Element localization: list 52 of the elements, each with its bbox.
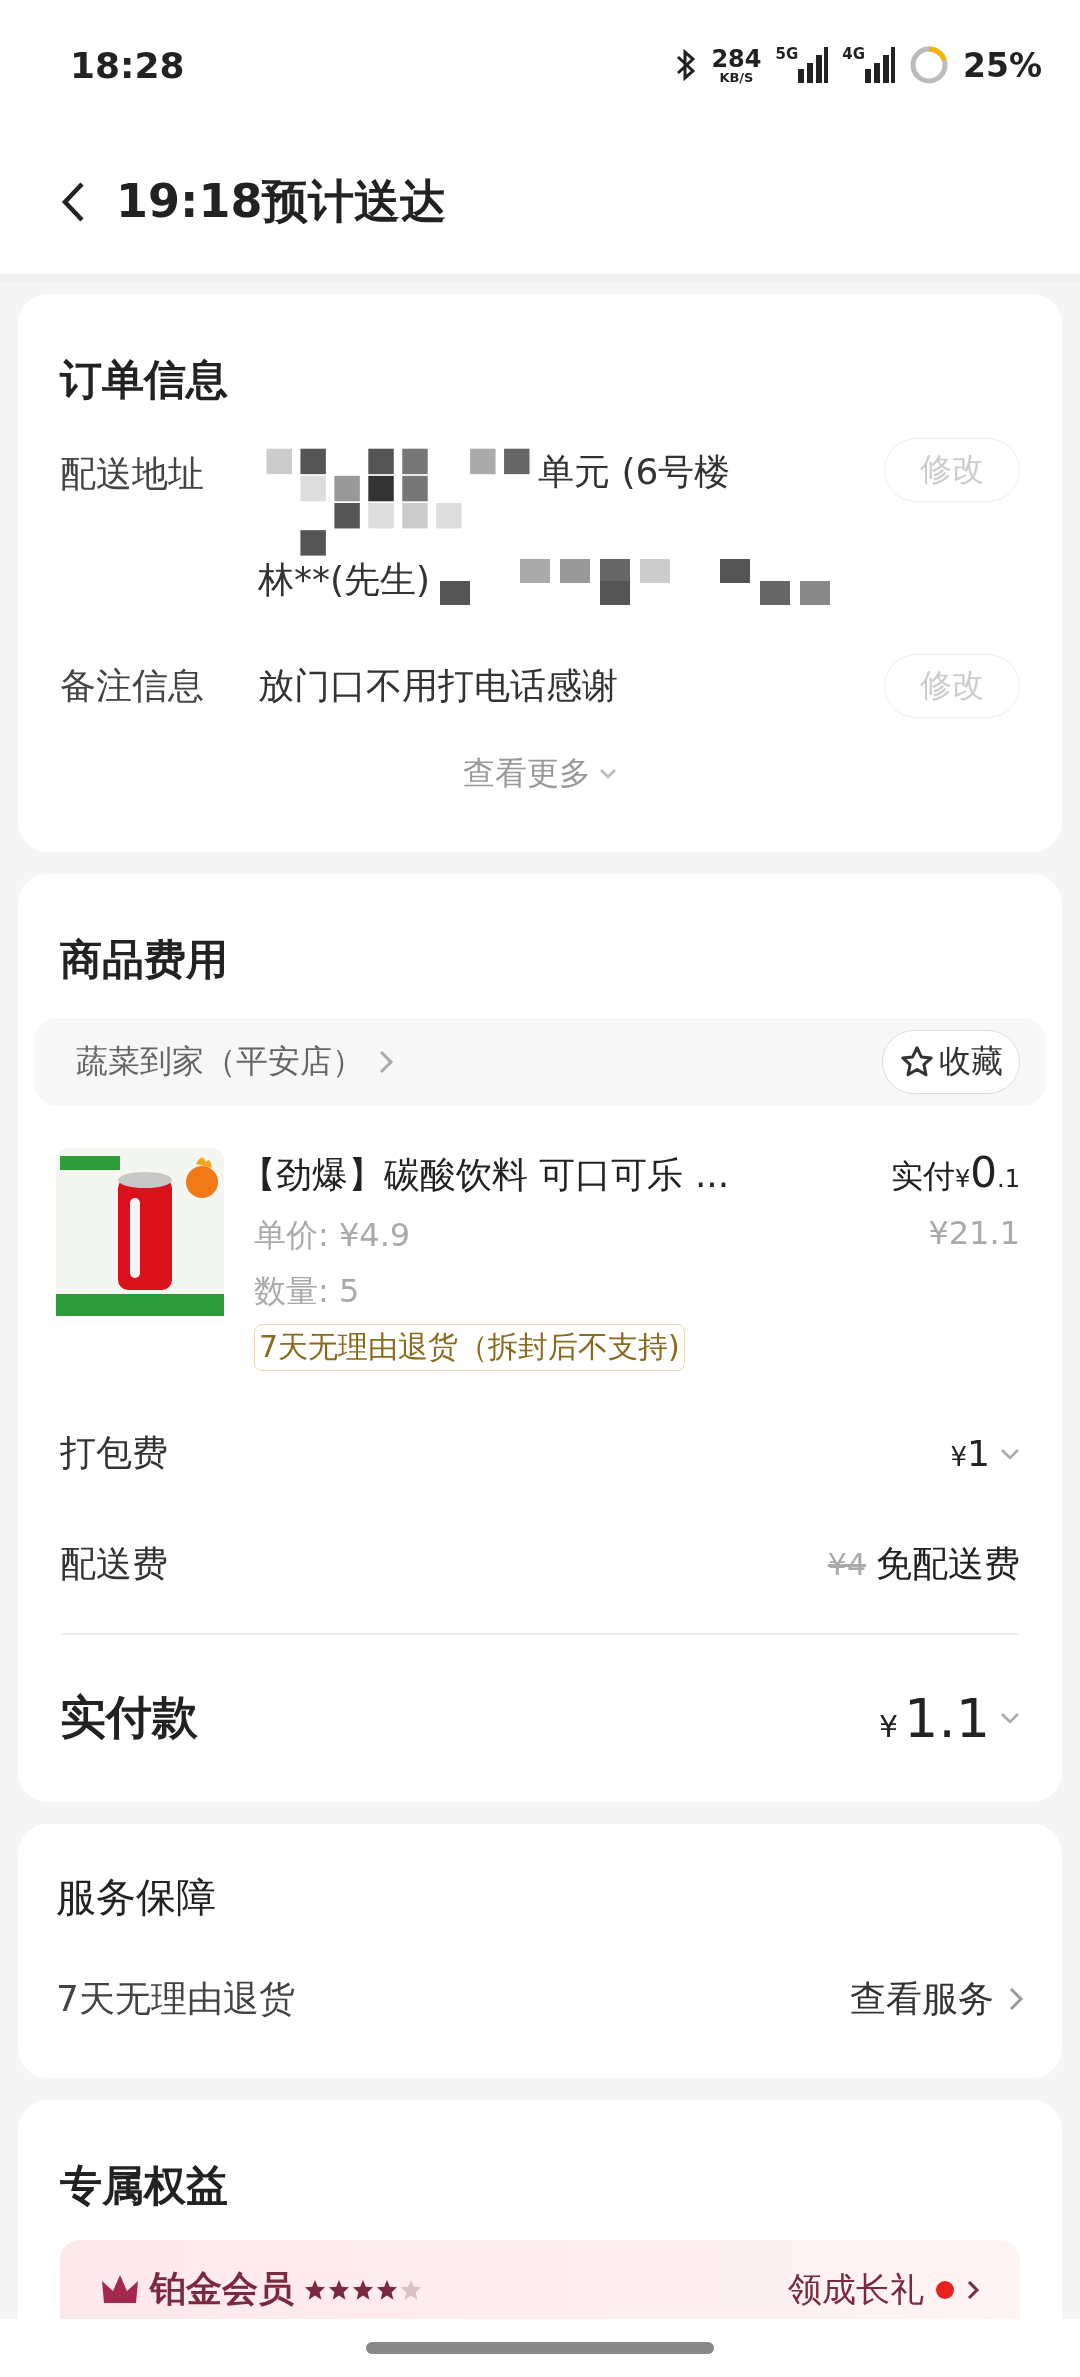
bluetooth-icon xyxy=(675,48,698,82)
service-item: 7天无理由退货 xyxy=(56,1976,295,2021)
chevron-down-icon[interactable] xyxy=(1000,1446,1020,1461)
return-policy-tag: 7天无理由退货（拆封后不支持) xyxy=(254,1324,685,1371)
star-icon xyxy=(352,2278,374,2301)
network-type: 4G xyxy=(842,47,865,62)
contact-text: 林**(先生) xyxy=(258,557,431,602)
total-label: 实付款 xyxy=(60,1689,198,1746)
signal-icon xyxy=(798,47,829,83)
page-title: 19:18预计送达 xyxy=(116,173,447,230)
view-service-link[interactable]: 查看服务 xyxy=(850,1974,1024,2024)
battery-percent: 25% xyxy=(963,45,1042,85)
growth-gift-link[interactable]: 领成长礼 xyxy=(788,2266,924,2313)
unit-price: 单价: ¥4.9 xyxy=(254,1215,411,1256)
favorite-button[interactable]: 收藏 xyxy=(882,1030,1020,1094)
network-speed-unit: KB/S xyxy=(719,70,754,84)
star-icon xyxy=(328,2278,350,2301)
status-time: 18:28 xyxy=(70,44,185,86)
paid-price: 实付¥0.1 xyxy=(891,1148,1020,1199)
network-type: 5G xyxy=(775,47,799,62)
chevron-right-icon xyxy=(378,1049,394,1075)
chevron-down-icon xyxy=(599,768,617,780)
note-text: 放门口不用打电话感谢 xyxy=(258,663,619,708)
chevron-right-icon xyxy=(1008,1986,1024,2012)
address-text: 单元 (6号楼 xyxy=(538,449,731,494)
star-icon xyxy=(304,2278,326,2301)
chevron-down-icon[interactable] xyxy=(1000,1711,1020,1725)
section-title: 专属权益 xyxy=(60,2159,229,2212)
view-more-button[interactable]: 查看更多 xyxy=(463,744,617,852)
network-speed: 284 xyxy=(711,46,762,71)
member-level: 铂金会员 xyxy=(150,2267,294,2311)
quantity-text: 数量: 5 xyxy=(254,1271,361,1312)
section-title: 订单信息 xyxy=(60,354,229,406)
fee-label: 打包费 xyxy=(60,1431,168,1475)
chevron-right-icon xyxy=(966,2278,980,2301)
original-price: ¥21.1 xyxy=(928,1214,1020,1254)
field-label: 备注信息 xyxy=(60,663,205,708)
fee-note: 免配送费 xyxy=(876,1542,1020,1586)
fee-label: 配送费 xyxy=(60,1542,168,1586)
section-title: 商品费用 xyxy=(60,934,229,986)
total-amount: ¥1.1 xyxy=(879,1686,990,1750)
old-fee-amount: ¥4 xyxy=(827,1547,866,1582)
back-button[interactable] xyxy=(60,180,86,224)
field-label: 配送地址 xyxy=(60,452,205,496)
signal-icon xyxy=(865,47,895,83)
fee-amount: ¥1 xyxy=(950,1433,990,1474)
product-name: 【劲爆】碳酸饮料 可口可乐 ... xyxy=(240,1153,730,1197)
battery-ring-icon xyxy=(909,45,949,85)
star-icon xyxy=(400,2278,422,2301)
star-icon xyxy=(376,2278,398,2301)
section-title: 服务保障 xyxy=(56,1872,217,1922)
store-link[interactable]: 蔬菜到家（平安店） xyxy=(76,1040,394,1084)
